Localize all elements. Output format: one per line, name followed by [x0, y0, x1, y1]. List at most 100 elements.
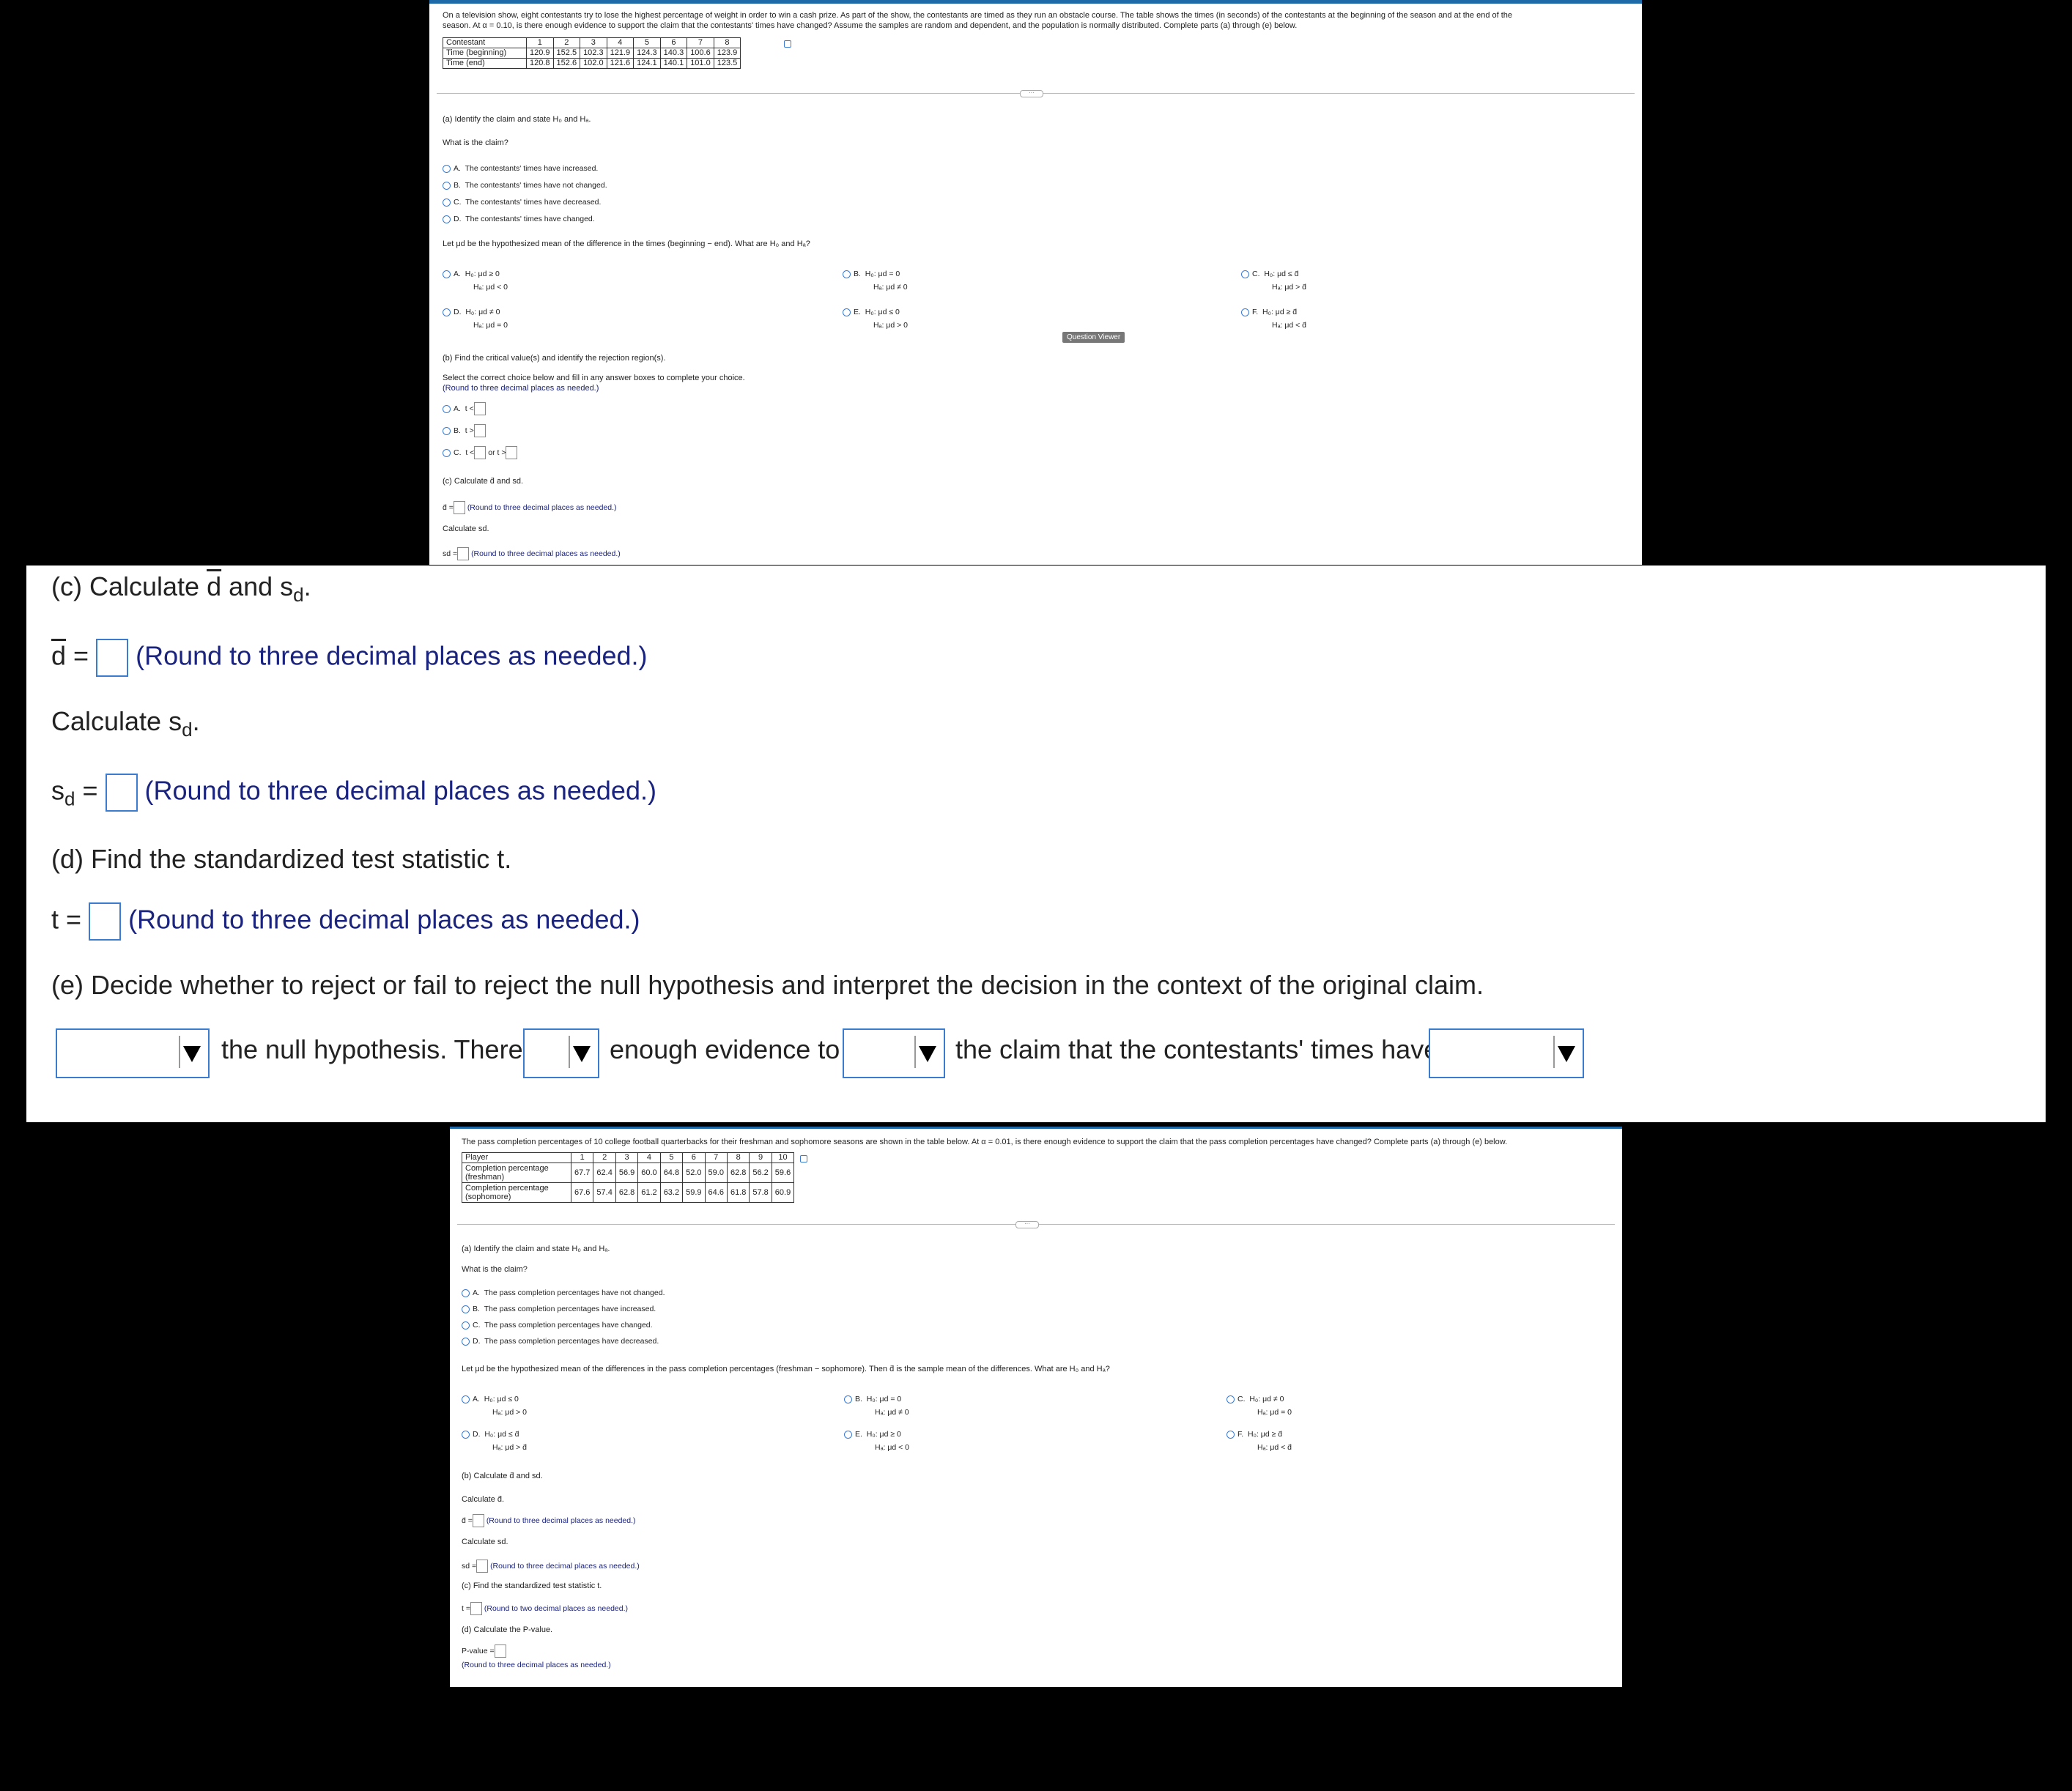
- t-input[interactable]: [470, 1602, 482, 1615]
- t-input[interactable]: [89, 902, 122, 941]
- radio-button[interactable]: [443, 198, 451, 207]
- table-cell: 1: [526, 37, 554, 48]
- expand-handle-icon[interactable]: ···: [1015, 1221, 1039, 1228]
- hyp-option-a[interactable]: A. H₀: μd ≤ 0 Hₐ: μd > 0: [462, 1393, 527, 1419]
- claim-option-a[interactable]: A. The pass completion percentages have …: [462, 1288, 665, 1297]
- evidence-dropdown[interactable]: [523, 1028, 599, 1078]
- critical-value-input[interactable]: [473, 424, 486, 437]
- radio-button[interactable]: [1241, 308, 1249, 316]
- radio-button[interactable]: [443, 404, 451, 413]
- radio-button[interactable]: [443, 270, 451, 278]
- question-viewer-button[interactable]: Question Viewer: [1062, 332, 1125, 343]
- critical-value-input[interactable]: [506, 446, 518, 459]
- sd-input[interactable]: [105, 774, 138, 812]
- radio-button[interactable]: [1226, 1395, 1235, 1403]
- table-row: Time (beginning) 120.9 152.5 102.3 121.9…: [443, 48, 741, 59]
- radio-button[interactable]: [462, 1321, 470, 1330]
- expand-handle-icon[interactable]: ···: [1020, 90, 1043, 97]
- radio-button[interactable]: [843, 270, 851, 278]
- reject-dropdown[interactable]: [56, 1028, 210, 1078]
- claim-option-d[interactable]: D. The contestants' times have changed.: [443, 215, 595, 223]
- table-cell: 8: [713, 37, 741, 48]
- table-cell: 64.8: [659, 1163, 684, 1183]
- claim-option-c[interactable]: C. The pass completion percentages have …: [462, 1321, 653, 1330]
- hyp-option-e[interactable]: E. H₀: μd ≤ 0 Hₐ: μd > 0: [843, 305, 908, 332]
- claim-option-b[interactable]: B. The pass completion percentages have …: [462, 1305, 656, 1313]
- claim-option-b[interactable]: B. The contestants' times have not chang…: [443, 181, 607, 190]
- radio-button[interactable]: [462, 1288, 470, 1297]
- hyp-option-b[interactable]: B. H₀: μd = 0 Hₐ: μd ≠ 0: [844, 1393, 909, 1419]
- dbar-input[interactable]: [453, 501, 465, 514]
- table-cell: 67.7: [570, 1163, 594, 1183]
- part-b-title: (b) Calculate d̄ and sd.: [462, 1472, 543, 1480]
- critical-option-a[interactable]: A. t <: [443, 402, 486, 415]
- table-cell: 1: [570, 1152, 594, 1163]
- radio-button[interactable]: [843, 308, 851, 316]
- hyp-option-d[interactable]: D. H₀: μd ≠ 0 Hₐ: μd = 0: [443, 305, 508, 332]
- claim-option-a[interactable]: A. The contestants' times have increased…: [443, 164, 598, 173]
- radio-button[interactable]: [462, 1395, 470, 1403]
- critical-value-input[interactable]: [473, 402, 486, 415]
- part-b-title: (b) Find the critical value(s) and ident…: [443, 354, 666, 363]
- part-a-title: (a) Identify the claim and state H₀ and …: [443, 115, 591, 124]
- radio-button[interactable]: [443, 164, 451, 173]
- radio-button[interactable]: [1226, 1430, 1235, 1439]
- critical-option-c[interactable]: C. t < or t >: [443, 446, 518, 459]
- sd-input[interactable]: [457, 547, 470, 560]
- hyp-option-a[interactable]: A. H₀: μd ≥ 0 Hₐ: μd < 0: [443, 267, 508, 294]
- radio-button[interactable]: [443, 426, 451, 435]
- hyp-option-d[interactable]: D. H₀: μd ≤ d̄ Hₐ: μd > d̄: [462, 1428, 527, 1454]
- claim-question: What is the claim?: [443, 138, 508, 147]
- hyp-option-f[interactable]: F. H₀: μd ≥ d̄ Hₐ: μd < d̄: [1241, 305, 1306, 332]
- table-cell: 123.5: [713, 58, 741, 69]
- table-cell: 8: [726, 1152, 750, 1163]
- radio-button[interactable]: [844, 1395, 852, 1403]
- table-cell: 64.6: [704, 1182, 728, 1203]
- table-cell: 140.3: [659, 48, 688, 59]
- table-cell: 124.3: [633, 48, 661, 59]
- radio-button[interactable]: [443, 308, 451, 316]
- radio-button[interactable]: [1241, 270, 1249, 278]
- radio-button[interactable]: [443, 448, 451, 457]
- claim-option-d[interactable]: D. The pass completion percentages have …: [462, 1337, 659, 1346]
- hyp-option-c[interactable]: C. H₀: μd ≠ 0 Hₐ: μd = 0: [1226, 1393, 1292, 1419]
- copy-data-icon[interactable]: [784, 40, 791, 48]
- support-dropdown[interactable]: [843, 1028, 945, 1078]
- radio-button[interactable]: [844, 1430, 852, 1439]
- dbar-input[interactable]: [472, 1514, 484, 1527]
- row-label: Completion percentage (freshman): [462, 1163, 571, 1183]
- table-cell: 63.2: [659, 1182, 684, 1203]
- table-cell: 102.3: [580, 48, 607, 59]
- row-label: Contestant: [443, 37, 527, 48]
- radio-button[interactable]: [443, 181, 451, 190]
- critical-option-b[interactable]: B. t >: [443, 424, 486, 437]
- table-row: Player 1 2 3 4 5 6 7 8 9 10: [462, 1152, 795, 1163]
- claim-option-c[interactable]: C. The contestants' times have decreased…: [443, 198, 601, 207]
- table-cell: 60.9: [771, 1182, 795, 1203]
- table-cell: 121.6: [606, 58, 634, 69]
- pvalue-input[interactable]: [494, 1644, 506, 1658]
- radio-button[interactable]: [443, 215, 451, 223]
- table-cell: 152.6: [552, 58, 581, 69]
- table-cell: 61.2: [637, 1182, 661, 1203]
- changed-dropdown[interactable]: [1429, 1028, 1584, 1078]
- hyp-option-e[interactable]: E. H₀: μd ≥ 0 Hₐ: μd < 0: [844, 1428, 909, 1454]
- part-c-title: (c) Calculate d̄ and sd.: [443, 477, 524, 486]
- question-panel-television: On a television show, eight contestants …: [429, 0, 1642, 565]
- hyp-option-b[interactable]: B. H₀: μd = 0 Hₐ: μd ≠ 0: [843, 267, 908, 294]
- calc-sd-label: Calculate sd.: [462, 1538, 508, 1546]
- radio-button[interactable]: [462, 1305, 470, 1313]
- radio-button[interactable]: [462, 1337, 470, 1346]
- dbar-input[interactable]: [96, 639, 129, 677]
- sd-input[interactable]: [476, 1560, 489, 1573]
- table-cell: 7: [704, 1152, 728, 1163]
- hyp-option-c[interactable]: C. H₀: μd ≤ d̄ Hₐ: μd > d̄: [1241, 267, 1306, 294]
- radio-button[interactable]: [462, 1430, 470, 1439]
- e-text-3: the claim that the contestants' times ha…: [955, 1034, 1439, 1064]
- triangle-down-icon: [569, 1036, 593, 1068]
- triangle-down-icon: [914, 1036, 939, 1068]
- dbar-row-large: d = (Round to three decimal places as ne…: [51, 639, 648, 677]
- hyp-option-f[interactable]: F. H₀: μd ≥ d̄ Hₐ: μd < d̄: [1226, 1428, 1292, 1454]
- critical-value-input[interactable]: [474, 446, 486, 459]
- copy-data-icon[interactable]: [800, 1155, 807, 1163]
